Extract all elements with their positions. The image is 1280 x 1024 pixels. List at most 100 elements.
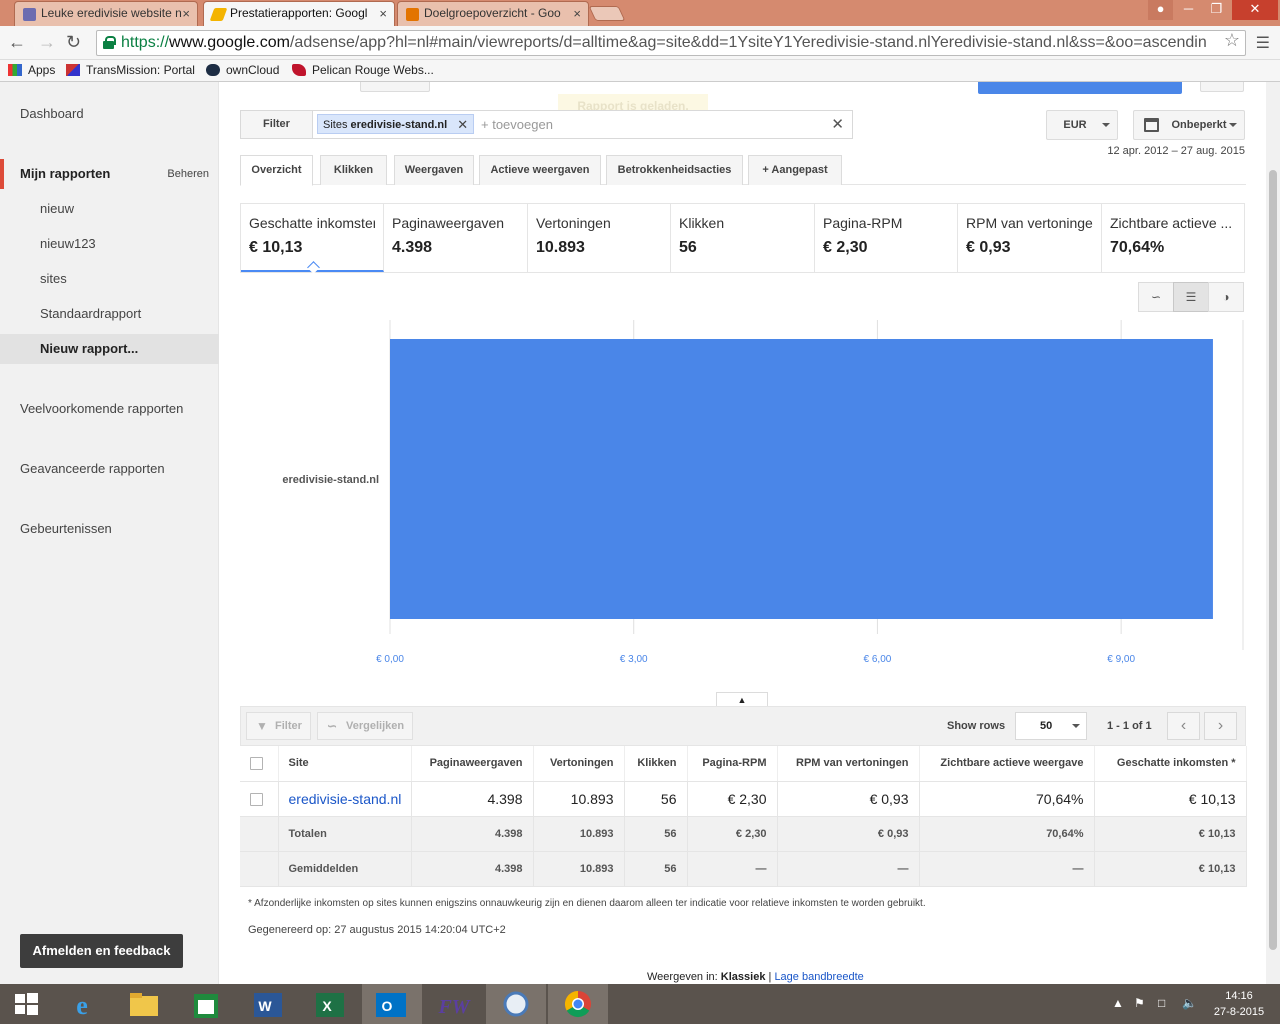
sidebar-item-report-nieuw[interactable]: nieuw — [0, 194, 219, 224]
table-cell — [240, 851, 279, 887]
metric-active-view-viewable[interactable]: Zichtbare actieve ... 70,64% — [1102, 204, 1244, 272]
internet-explorer-icon[interactable]: e — [52, 984, 112, 1024]
pie-chart-toggle-icon[interactable]: ◑ — [1208, 282, 1244, 312]
column-header-impressions[interactable]: Vertoningen — [533, 746, 625, 782]
column-header-page-rpm[interactable]: Pagina-RPM — [687, 746, 778, 782]
table-filter-button[interactable]: ▼ Filter — [246, 712, 311, 740]
minimize-icon[interactable]: ─ — [1175, 0, 1202, 20]
forward-icon[interactable]: → — [38, 32, 56, 52]
footnote: * Afzonderlijke inkomsten op sites kunne… — [248, 898, 926, 909]
start-button[interactable] — [0, 984, 52, 1024]
currency-dropdown[interactable]: EUR — [1046, 110, 1118, 140]
metric-estimated-earnings[interactable]: Geschatte inkomsten € 10,13 — [241, 204, 384, 272]
tab-close-icon[interactable]: × — [182, 2, 190, 25]
remove-filter-icon[interactable]: ✕ — [457, 115, 468, 135]
tab-active-views[interactable]: Actieve weergaven — [479, 155, 601, 185]
tab-clicks[interactable]: Klikken — [320, 155, 387, 185]
system-clock[interactable]: 14:16 27-8-2015 — [1206, 988, 1272, 1020]
sidebar-item-dashboard[interactable]: Dashboard — [0, 99, 219, 129]
app-globe-icon[interactable] — [486, 984, 546, 1024]
column-header-estimated-earnings[interactable]: Geschatte inkomsten * — [1094, 746, 1247, 782]
close-window-icon[interactable]: ✕ — [1232, 0, 1278, 20]
reload-icon[interactable]: ↻ — [66, 32, 81, 52]
back-icon[interactable]: ← — [8, 32, 26, 52]
sidebar-item-new-report[interactable]: Nieuw rapport... — [0, 334, 219, 364]
tab-views[interactable]: Weergaven — [394, 155, 474, 185]
sidebar-item-report-nieuw123[interactable]: nieuw123 — [0, 229, 219, 259]
column-header-active-view[interactable]: Zichtbare actieve weergave — [919, 746, 1095, 782]
tab-close-icon[interactable]: × — [379, 2, 387, 25]
compare-button[interactable]: ∽ Vergelijken — [317, 712, 414, 740]
excel-icon[interactable]: X — [300, 984, 360, 1024]
metric-label: Vertoningen — [536, 215, 611, 231]
filter-button[interactable]: Filter — [241, 111, 313, 138]
low-bandwidth-link[interactable]: Lage bandbreedte — [774, 971, 863, 983]
filter-chip[interactable]: Sites eredivisie-stand.nl ✕ — [317, 114, 475, 135]
page-scrollbar[interactable] — [1266, 82, 1280, 984]
bookmark-pelican-rouge[interactable]: Pelican Rouge Webs... — [292, 63, 434, 77]
site-link[interactable]: eredivisie-stand.nl — [278, 781, 412, 817]
sidebar-item-events[interactable]: Gebeurtenissen — [0, 514, 219, 544]
menu-icon[interactable]: ☰ — [1256, 33, 1270, 53]
bar-chart-toggle-icon[interactable]: ☰ — [1173, 282, 1209, 312]
column-header-clicks[interactable]: Klikken — [624, 746, 688, 782]
outlook-icon[interactable]: O — [362, 984, 422, 1024]
restore-icon[interactable]: ❐ — [1203, 0, 1230, 20]
browser-tab-active[interactable]: Prestatierapporten: Googl × — [203, 1, 395, 27]
add-filter-input[interactable]: + toevoegen — [481, 117, 553, 132]
browser-tab[interactable]: Doelgroepoverzicht - Goo × — [397, 1, 589, 26]
report-type-dropdown[interactable] — [360, 82, 430, 92]
previous-page-button[interactable]: ‹ — [1167, 712, 1200, 740]
row-checkbox[interactable] — [250, 793, 263, 807]
volume-icon[interactable]: 🔈 — [1182, 996, 1197, 1010]
windows-logo-icon — [15, 993, 38, 1015]
metric-page-views[interactable]: Paginaweergaven 4.398 — [384, 204, 528, 272]
user-icon[interactable]: ● — [1148, 0, 1173, 20]
sidebar-item-my-reports[interactable]: Mijn rapporten Beheren — [0, 159, 219, 189]
scrollbar-thumb[interactable] — [1269, 170, 1277, 950]
tab-overview[interactable]: Overzicht — [240, 155, 313, 186]
sidebar-item-report-standard[interactable]: Standaardrapport — [0, 299, 219, 329]
fw-app-icon[interactable]: FW — [424, 984, 484, 1024]
action-center-flag-icon[interactable]: ⚑ — [1134, 996, 1145, 1010]
metric-clicks[interactable]: Klikken 56 — [671, 204, 815, 272]
tab-engagement[interactable]: Betrokkenheidsacties — [606, 155, 743, 185]
filter-chip-dimension: Sites — [323, 119, 348, 131]
clear-filters-icon[interactable]: ✕ — [831, 115, 844, 133]
network-icon[interactable]: □ — [1158, 996, 1165, 1010]
primary-action-button[interactable] — [978, 82, 1182, 94]
collapse-chart-toggle[interactable]: ▲ — [716, 692, 768, 706]
date-range-dropdown[interactable]: Onbeperkt — [1133, 110, 1245, 140]
file-explorer-icon[interactable] — [114, 984, 174, 1024]
rows-per-page-select[interactable]: 50 — [1015, 712, 1087, 740]
metric-impressions[interactable]: Vertoningen 10.893 — [528, 204, 671, 272]
bookmark-transmission[interactable]: TransMission: Portal — [66, 63, 195, 77]
bookmark-apps[interactable]: Apps — [8, 63, 55, 77]
line-chart-toggle-icon[interactable]: ∽ — [1138, 282, 1174, 312]
manage-link[interactable]: Beheren — [167, 159, 209, 189]
browser-tab[interactable]: Leuke eredivisie website n × — [14, 1, 198, 26]
signout-feedback-button[interactable]: Afmelden en feedback — [20, 934, 183, 968]
sidebar-item-report-sites[interactable]: sites — [0, 264, 219, 294]
word-icon[interactable]: W — [238, 984, 298, 1024]
show-hidden-icons[interactable]: ▲ — [1112, 996, 1124, 1010]
sidebar-item-advanced-reports[interactable]: Geavanceerde rapporten — [0, 454, 219, 484]
next-page-button[interactable]: › — [1204, 712, 1237, 740]
tab-close-icon[interactable]: × — [573, 2, 581, 25]
sidebar-item-common-reports[interactable]: Veelvoorkomende rapporten — [0, 394, 219, 424]
url-path: /adsense/app?hl=nl#main/viewreports/d=al… — [289, 34, 1207, 51]
metric-page-rpm[interactable]: Pagina-RPM € 2,30 — [815, 204, 958, 272]
bookmark-star-icon[interactable]: ☆ — [1224, 30, 1240, 51]
store-icon[interactable] — [176, 984, 236, 1024]
column-header-impression-rpm[interactable]: RPM van vertoningen — [777, 746, 920, 782]
metric-impression-rpm[interactable]: RPM van vertoningen € 0,93 — [958, 204, 1102, 272]
more-actions-button[interactable] — [1200, 82, 1244, 92]
address-bar[interactable]: https://www.google.com/adsense/app?hl=nl… — [96, 30, 1246, 56]
column-header-site[interactable]: Site — [278, 746, 412, 782]
chrome-icon[interactable] — [548, 984, 608, 1024]
bookmark-owncloud[interactable]: ownCloud — [206, 63, 279, 77]
tab-custom[interactable]: + Aangepast — [748, 155, 842, 185]
column-header-page-views[interactable]: Paginaweergaven — [411, 746, 534, 782]
new-tab-button[interactable] — [588, 6, 626, 21]
select-all-checkbox[interactable] — [250, 756, 263, 770]
